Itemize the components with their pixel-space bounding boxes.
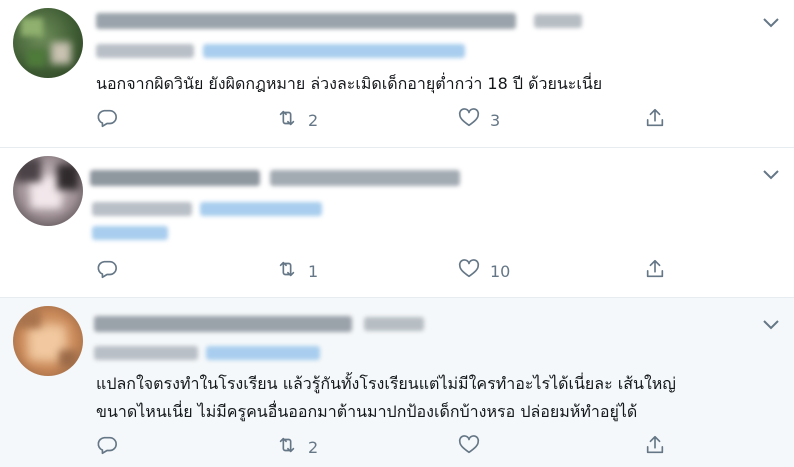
retweet-icon (276, 258, 298, 284)
retweet-icon (276, 434, 298, 460)
heart-icon (458, 107, 480, 133)
reply-icon (96, 107, 118, 133)
like-count: 10 (490, 261, 511, 281)
retweet-button[interactable]: 1 (276, 259, 318, 283)
avatar[interactable] (13, 156, 83, 226)
reply-button[interactable] (96, 108, 118, 132)
chevron-down-icon[interactable] (762, 14, 780, 28)
share-icon (644, 258, 666, 284)
chevron-down-icon[interactable] (762, 316, 780, 330)
retweet-count: 2 (308, 437, 319, 457)
like-button[interactable]: 3 (458, 108, 500, 132)
chevron-down-icon[interactable] (762, 166, 780, 180)
reply-button[interactable] (96, 435, 118, 459)
retweet-icon (276, 107, 298, 133)
reply-icon (96, 258, 118, 284)
retweet-button[interactable]: 2 (276, 435, 318, 459)
tweet-actions: 2 (96, 435, 676, 459)
like-count: 3 (490, 110, 501, 130)
avatar[interactable] (13, 8, 83, 78)
share-button[interactable] (644, 259, 666, 283)
share-icon (644, 107, 666, 133)
retweet-count: 2 (308, 110, 319, 130)
like-button[interactable]: 10 (458, 259, 510, 283)
tweet-text-line: ขนาดไหนเนี่ย ไม่มีครูคนอื่นออกมาต้านมาปก… (96, 402, 638, 421)
heart-icon (458, 434, 480, 460)
share-icon (644, 434, 666, 460)
retweet-button[interactable]: 2 (276, 108, 318, 132)
retweet-count: 1 (308, 261, 319, 281)
tweet[interactable]: แปลกใจตรงทำในโรงเรียน แล้วรู้กันทั้งโรงเ… (0, 298, 794, 467)
tweet-text: นอกจากผิดวินัย ยังผิดกฎหมาย ล่วงละเมิดเด… (96, 74, 603, 93)
share-button[interactable] (644, 435, 666, 459)
reply-icon (96, 434, 118, 460)
tweet-actions: 2 3 (96, 108, 676, 132)
tweet[interactable]: นอกจากผิดวินัย ยังผิดกฎหมาย ล่วงละเมิดเด… (0, 0, 794, 148)
like-button[interactable] (458, 435, 490, 459)
tweet-actions: 1 10 (96, 259, 676, 283)
avatar[interactable] (13, 306, 83, 376)
reply-button[interactable] (96, 259, 118, 283)
tweet[interactable]: 1 10 (0, 148, 794, 298)
heart-icon (458, 258, 480, 284)
tweet-text-line: แปลกใจตรงทำในโรงเรียน แล้วรู้กันทั้งโรงเ… (96, 374, 676, 393)
share-button[interactable] (644, 108, 666, 132)
